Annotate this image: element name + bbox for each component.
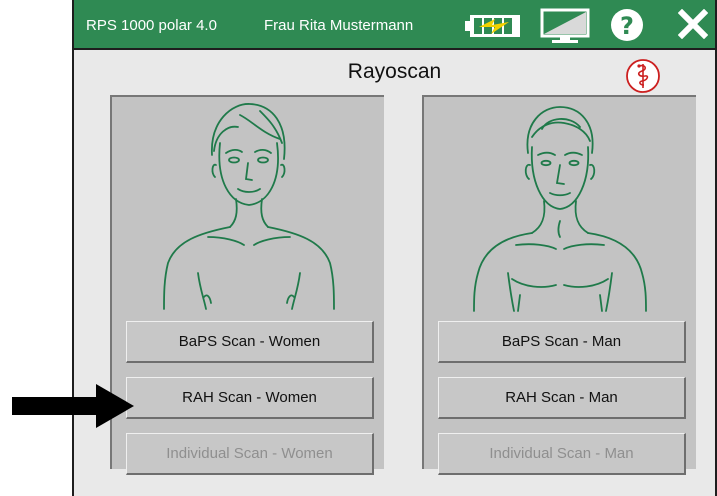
men-scan-panel: BaPS Scan - Man RAH Scan - Man Individua… [422,95,696,475]
top-bar: RPS 1000 polar 4.0 Frau Rita Mustermann [74,0,715,50]
caduceus-icon [625,58,661,99]
individual-scan-women-button[interactable]: Individual Scan - Women [126,433,374,475]
arrow-right-icon [12,384,136,433]
women-scan-panel: BaPS Scan - Women RAH Scan - Women Indiv… [110,95,384,475]
app-window: RPS 1000 polar 4.0 Frau Rita Mustermann [72,0,717,496]
woman-outline-icon [163,103,335,310]
baps-scan-women-button[interactable]: BaPS Scan - Women [126,321,374,363]
man-outline-icon [473,106,647,312]
individual-scan-man-button[interactable]: Individual Scan - Man [438,433,686,475]
app-title: RPS 1000 polar 4.0 [86,17,217,34]
display-brightness-icon[interactable] [540,8,590,49]
user-name: Frau Rita Mustermann [264,17,414,34]
baps-scan-man-button[interactable]: BaPS Scan - Man [438,321,686,363]
help-icon[interactable]: ? [610,8,644,47]
rah-scan-man-button[interactable]: RAH Scan - Man [438,377,686,419]
close-icon[interactable] [677,8,709,44]
rah-scan-women-button[interactable]: RAH Scan - Women [126,377,374,419]
page-title: Rayoscan [347,60,442,83]
svg-text:?: ? [620,12,634,40]
battery-charging-icon[interactable] [465,14,521,43]
